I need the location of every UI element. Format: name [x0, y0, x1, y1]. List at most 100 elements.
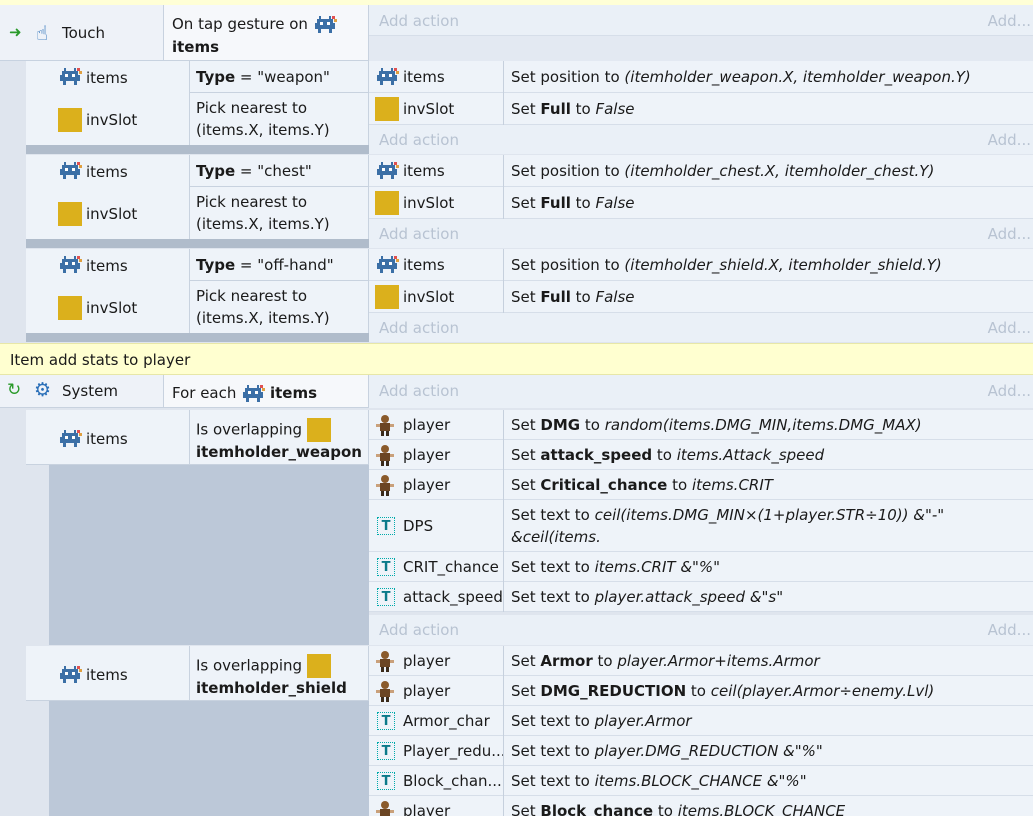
add-more-link[interactable]: Add... [988, 223, 1031, 245]
action-expr: player.DMG_REDUCTION &"%" [594, 742, 823, 760]
action-object: attack_speed [403, 588, 503, 606]
action-expr: (itemholder_chest.X, itemholder_chest.Y) [624, 162, 935, 180]
itemholder-sprite-icon [306, 418, 331, 442]
text-object-icon: T [377, 517, 395, 535]
object-items: items [86, 430, 128, 448]
action-set-full[interactable]: invSlot Set Full to False [369, 281, 1033, 313]
condition-on-tap[interactable]: On tap gesture on items [164, 5, 369, 61]
action-row[interactable]: player Set DMG_REDUCTION to ceil(player.A… [369, 676, 1033, 706]
action-row[interactable]: player Set attack_speed to items.Attack_s… [369, 440, 1033, 470]
action-row[interactable]: Tattack_speed Set text to player.attack_s… [369, 582, 1033, 612]
add-action-row[interactable]: Add action Add... [369, 125, 1033, 154]
player-sprite-icon [375, 474, 395, 496]
action-object: invSlot [403, 194, 455, 212]
invslot-sprite-icon [58, 108, 82, 132]
condition-pick-nearest[interactable]: Pick nearest to (items.X, items.Y) [190, 187, 369, 241]
actions-list: player Set DMG to random(items.DMG_MIN,it… [369, 410, 1033, 615]
add-action-row[interactable]: Add action Add... [369, 615, 1033, 645]
action-row[interactable]: T Armor_char Set text to player.Armor [369, 706, 1033, 736]
sub-event-chest: items invSlot Type = "chest" Pick neares… [4, 155, 1033, 248]
event-object-touch[interactable]: ➜ ☝ Touch [0, 5, 164, 61]
add-action-link[interactable]: Add action [379, 619, 459, 641]
condition-pick-nearest[interactable]: Pick nearest to (items.X, items.Y) [190, 281, 369, 335]
add-action-link[interactable]: Add action [379, 223, 459, 245]
condition-text: Is overlapping [196, 420, 303, 439]
action-row[interactable]: T DPS Set text to ceil(items.DMG_MIN×(1+pl… [369, 500, 1033, 568]
action-text: Set [511, 682, 541, 700]
action-row[interactable]: player Set Armor to player.Armor+items.Ar… [369, 646, 1033, 676]
action-object: Block_chan... [403, 772, 502, 790]
player-sprite-icon [375, 414, 395, 436]
action-var: Armor [540, 652, 593, 670]
add-more-link[interactable]: Add... [988, 317, 1031, 339]
action-set-full[interactable]: invSlot Set Full to False [369, 93, 1033, 125]
invslot-sprite-icon [375, 285, 399, 309]
add-action-row[interactable]: Add action Add... [369, 5, 1033, 36]
condition-type[interactable]: Type = "weapon" [190, 61, 369, 93]
items-sprite-icon [58, 430, 82, 448]
invslot-sprite-icon [375, 97, 399, 121]
action-text: Set position to [511, 162, 625, 180]
action-text: to [653, 802, 678, 816]
invslot-sprite-icon [58, 296, 82, 320]
condition-is-overlapping[interactable]: Is overlapping itemholder_weapon [190, 410, 369, 465]
action-object: items [403, 68, 445, 86]
condition-type[interactable]: Type = "off-hand" [190, 249, 369, 281]
items-sprite-icon [313, 16, 337, 34]
items-sprite-icon [58, 162, 82, 180]
action-text: Set position to [511, 256, 625, 274]
action-expr: player.attack_speed &"s" [594, 588, 784, 606]
action-row[interactable]: T CRIT_chance Set text to items.CRIT &"%" [369, 552, 1033, 582]
text-object-icon: T [377, 588, 395, 606]
action-text: Set [511, 802, 541, 816]
player-sprite-icon [375, 680, 395, 702]
cond-type-value: = "off-hand" [235, 256, 334, 274]
action-row[interactable]: T Player_redu... Set text to player.DMG_RE… [369, 736, 1033, 766]
action-object: player [403, 802, 451, 816]
action-object: Player_redu... [403, 742, 506, 760]
add-action-link[interactable]: Add action [379, 380, 459, 402]
action-row[interactable]: player Set Block_chance to items.BLOCK_CH… [369, 796, 1033, 816]
items-sprite-icon [375, 162, 399, 180]
action-set-position[interactable]: items Set position to (itemholder_shield… [369, 249, 1033, 281]
condition-type[interactable]: Type = "chest" [190, 155, 369, 187]
touch-label: Touch [62, 24, 106, 42]
action-object: invSlot [403, 100, 455, 118]
add-action-row[interactable]: Add action Add... [369, 313, 1033, 342]
action-set-position[interactable]: items Set position to (itemholder_chest.… [369, 155, 1033, 187]
action-object: player [403, 476, 451, 494]
add-action-link[interactable]: Add action [379, 317, 459, 339]
items-sprite-icon [58, 666, 82, 684]
condition-object: items [172, 38, 220, 56]
add-action-link[interactable]: Add action [379, 129, 459, 151]
add-action-link[interactable]: Add action [379, 10, 459, 32]
action-var: Full [540, 100, 571, 118]
action-expr: (itemholder_shield.X, itemholder_shield.… [624, 256, 942, 274]
event-object-system[interactable]: ↻ ⚙ System [0, 375, 164, 408]
action-text: Set [511, 416, 541, 434]
action-row[interactable]: player Set DMG to random(items.DMG_MIN,it… [369, 410, 1033, 440]
sub-event-weapon: items invSlot Type = "weapon" Pick neare… [4, 61, 1033, 154]
condition-is-overlapping[interactable]: Is overlapping itemholder_shield [190, 646, 369, 701]
sub-condition-objects: items invSlot [26, 61, 190, 147]
action-set-position[interactable]: items Set position to (itemholder_weapon… [369, 61, 1033, 93]
condition-for-each[interactable]: For each items [164, 375, 369, 408]
action-expr: random(items.DMG_MIN,items.DMG_MAX) [604, 416, 922, 434]
items-sprite-icon [58, 256, 82, 274]
add-more-link[interactable]: Add... [988, 10, 1031, 32]
object-items: items [86, 666, 128, 684]
action-row[interactable]: T Block_chan... Set text to items.BLOCK_CH… [369, 766, 1033, 796]
action-set-full[interactable]: invSlot Set Full to False [369, 187, 1033, 219]
action-text: Set [511, 288, 541, 306]
condition-pick-nearest[interactable]: Pick nearest to (items.X, items.Y) [190, 93, 369, 147]
add-more-link[interactable]: Add... [988, 619, 1031, 641]
action-expr: player.Armor+items.Armor [617, 652, 820, 670]
add-more-link[interactable]: Add... [988, 129, 1031, 151]
comment-row[interactable]: Item add stats to player [0, 343, 1033, 375]
condition-object: itemholder_shield [196, 679, 347, 697]
player-sprite-icon [375, 650, 395, 672]
add-action-row[interactable]: Add action Add... [369, 375, 1033, 408]
add-action-row[interactable]: Add action Add... [369, 219, 1033, 248]
add-more-link[interactable]: Add... [988, 380, 1031, 402]
action-row[interactable]: player Set Critical_chance to items.CRIT [369, 470, 1033, 500]
